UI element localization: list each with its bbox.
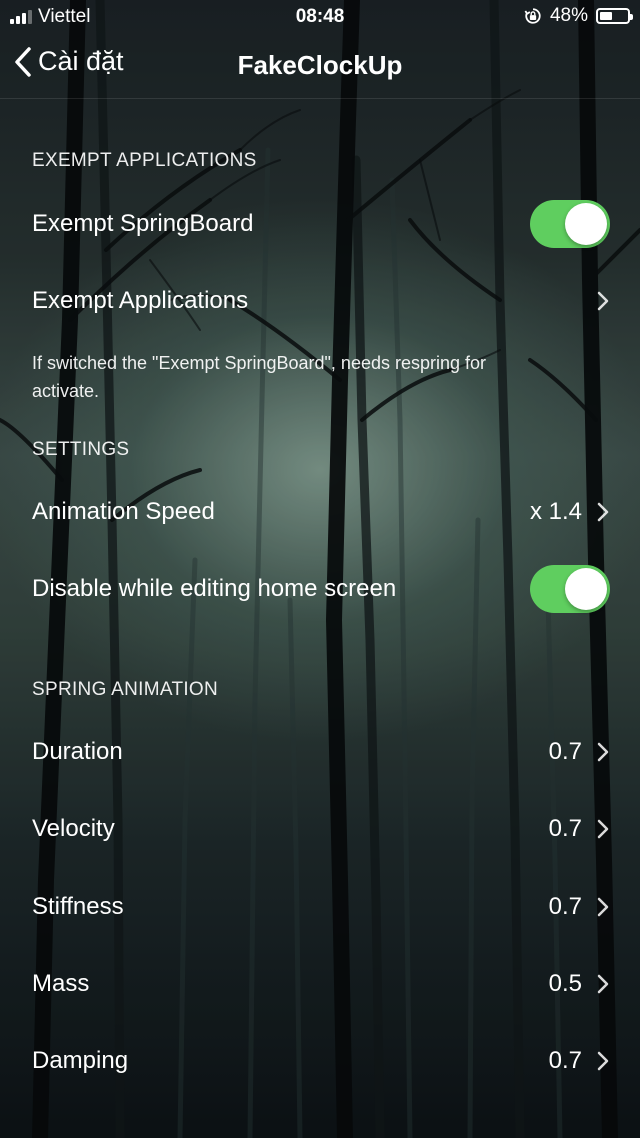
battery-icon <box>596 8 633 24</box>
chevron-left-icon <box>15 46 31 77</box>
row-value: 0.7 <box>548 815 582 842</box>
row-duration[interactable]: Duration 0.7 <box>0 714 640 790</box>
row-label: Velocity <box>32 815 115 842</box>
section-header-exempt: EXEMPT APPLICATIONS <box>32 150 257 171</box>
back-button-label: Cài đặt <box>38 46 124 76</box>
section-header-settings: SETTINGS <box>32 439 130 460</box>
row-label: Animation Speed <box>32 498 215 525</box>
row-label: Stiffness <box>32 893 124 920</box>
row-label: Exempt Applications <box>32 287 249 314</box>
back-button[interactable]: Cài đặt <box>14 46 124 77</box>
row-value: 0.7 <box>548 893 582 920</box>
exempt-springboard-toggle[interactable] <box>530 200 610 248</box>
row-damping[interactable]: Damping 0.7 <box>0 1023 640 1099</box>
chevron-right-icon <box>597 819 609 839</box>
toggle-knob <box>565 568 607 610</box>
toggle-knob <box>565 203 607 245</box>
section-header-spring: SPRING ANIMATION <box>32 679 219 700</box>
row-label: Mass <box>32 970 90 997</box>
section-footer-note: If switched the "Exempt SpringBoard", ne… <box>32 353 487 401</box>
row-animation-speed[interactable]: Animation Speed x 1.4 <box>0 474 640 550</box>
chevron-right-icon <box>597 974 609 994</box>
row-label: Exempt SpringBoard <box>32 210 254 237</box>
row-label: Disable while editing home screen <box>32 575 397 602</box>
status-bar: Viettel 08:48 48% <box>0 0 640 34</box>
row-disable-editing: Disable while editing home screen <box>0 551 640 627</box>
row-value: x 1.4 <box>529 498 582 525</box>
row-value: 0.5 <box>548 970 582 997</box>
battery-percent: 48% <box>549 5 588 26</box>
row-value: 0.7 <box>548 1047 582 1074</box>
chevron-right-icon <box>597 1051 609 1071</box>
chevron-right-icon <box>597 291 609 311</box>
row-exempt-applications[interactable]: Exempt Applications <box>0 263 640 339</box>
row-label: Damping <box>32 1047 129 1074</box>
row-value: 0.7 <box>548 738 582 765</box>
row-exempt-springboard: Exempt SpringBoard <box>0 186 640 262</box>
chevron-right-icon <box>597 502 609 522</box>
row-stiffness[interactable]: Stiffness 0.7 <box>0 869 640 945</box>
disable-editing-toggle[interactable] <box>530 565 610 613</box>
row-velocity[interactable]: Velocity 0.7 <box>0 791 640 867</box>
status-right-group: 48% <box>524 5 633 27</box>
chevron-right-icon <box>597 897 609 917</box>
row-mass[interactable]: Mass 0.5 <box>0 946 640 1022</box>
chevron-right-icon <box>597 742 609 762</box>
orientation-lock-icon <box>524 8 541 24</box>
navigation-bar: Cài đặt FakeClockUp <box>0 34 640 99</box>
row-label: Duration <box>32 738 123 765</box>
